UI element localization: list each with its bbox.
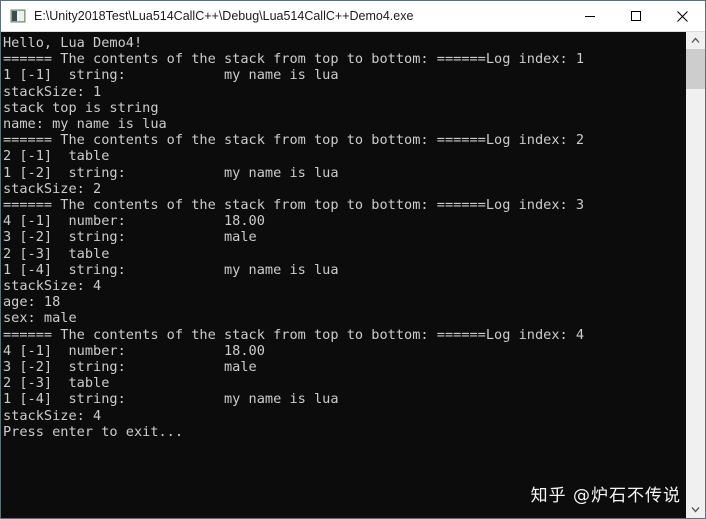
scrollbar-track[interactable] [686,49,705,501]
close-button[interactable] [659,2,705,31]
console-output-area[interactable]: Hello, Lua Demo4! ====== The contents of… [1,32,705,518]
scrollbar-thumb[interactable] [686,49,705,89]
minimize-icon [585,16,595,17]
scroll-up-button[interactable] [686,32,705,49]
console-app-icon [10,8,26,24]
close-icon [676,10,688,22]
maximize-button[interactable] [613,2,659,31]
maximize-icon [631,11,641,21]
console-text: Hello, Lua Demo4! ====== The contents of… [3,35,585,440]
watermark-text: 知乎 @炉石不传说 [530,486,681,506]
title-bar[interactable]: E:\Unity2018Test\Lua514CallC++\Debug\Lua… [1,1,705,32]
window-title: E:\Unity2018Test\Lua514CallC++\Debug\Lua… [34,9,414,23]
scroll-down-button[interactable] [686,501,705,518]
chevron-up-icon [691,37,700,43]
minimize-button[interactable] [567,2,613,31]
chevron-down-icon [691,507,700,513]
vertical-scrollbar[interactable] [685,32,705,518]
console-window: E:\Unity2018Test\Lua514CallC++\Debug\Lua… [0,0,706,519]
